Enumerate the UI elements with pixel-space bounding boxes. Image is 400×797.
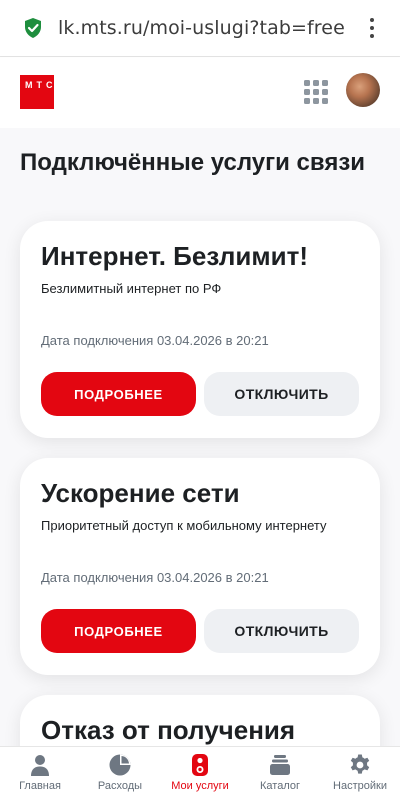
stack-icon — [270, 755, 290, 775]
service-title: Интернет. Безлимит! — [41, 241, 309, 271]
apps-grid-icon[interactable] — [304, 80, 328, 104]
nav-label: Каталог — [260, 780, 300, 792]
service-card: Ускорение сети Приоритетный доступ к моб… — [20, 458, 380, 675]
service-card: Отказ от получения — [20, 695, 380, 746]
shield-check-icon[interactable] — [24, 18, 42, 38]
more-vertical-icon[interactable] — [366, 16, 378, 40]
app-header: МТС — [0, 58, 400, 128]
service-card: Интернет. Безлимит! Безлимитный интернет… — [20, 221, 380, 438]
service-title: Отказ от получения — [41, 715, 296, 745]
nav-label: Мои услуги — [171, 780, 229, 792]
disable-button[interactable]: Отключить — [204, 609, 359, 653]
details-button[interactable]: Подробнее — [41, 372, 196, 416]
page-title: Подключённые услуги связи — [20, 149, 366, 176]
bottom-navigation: Главная Расходы Мои услуги Каталог Настр… — [0, 746, 400, 797]
browser-url-bar: lk.mts.ru/moi-uslugi?tab=free — [0, 0, 400, 57]
main-content: Подключённые услуги связи Интернет. Безл… — [0, 128, 400, 746]
avatar[interactable] — [346, 73, 380, 107]
url-text[interactable]: lk.mts.ru/moi-uslugi?tab=free — [58, 17, 345, 39]
nav-label: Расходы — [97, 780, 143, 792]
nav-item-settings[interactable]: Настройки — [320, 747, 400, 797]
gear-icon — [350, 754, 370, 774]
connection-date: Дата подключения 03.04.2026 в 20:21 — [41, 570, 269, 585]
nav-label: Главная — [19, 780, 61, 792]
service-description: Приоритетный доступ к мобильному интерне… — [41, 518, 327, 533]
logo-text: МТС — [25, 80, 57, 90]
mts-logo[interactable]: МТС — [20, 75, 54, 109]
nav-item-expenses[interactable]: Расходы — [80, 747, 160, 797]
toggles-icon — [192, 754, 208, 776]
service-title: Ускорение сети — [41, 478, 240, 508]
nav-item-catalog[interactable]: Каталог — [240, 747, 320, 797]
nav-item-my-services[interactable]: Мои услуги — [160, 747, 240, 797]
user-icon — [31, 755, 49, 776]
connection-date: Дата подключения 03.04.2026 в 20:21 — [41, 333, 269, 348]
nav-label: Настройки — [333, 780, 387, 792]
service-description: Безлимитный интернет по РФ — [41, 281, 222, 296]
details-button[interactable]: Подробнее — [41, 609, 196, 653]
disable-button[interactable]: Отключить — [204, 372, 359, 416]
pie-chart-icon — [109, 754, 131, 776]
nav-item-home[interactable]: Главная — [0, 747, 80, 797]
